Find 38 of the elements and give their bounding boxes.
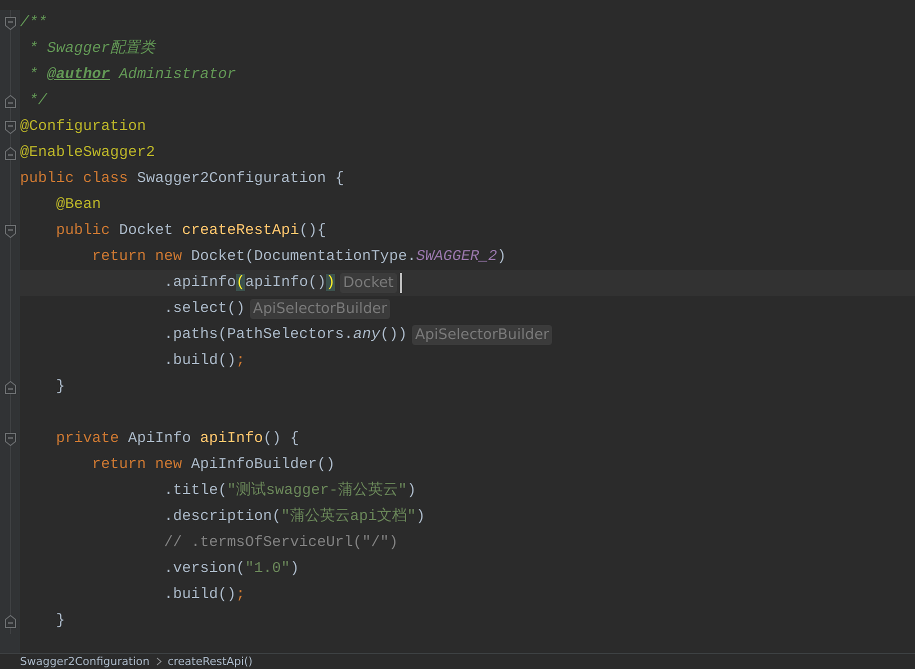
code-line: @Configuration xyxy=(20,117,146,137)
code-line: @Bean xyxy=(55,195,102,215)
inlay-hint: ApiSelectorBuilder xyxy=(250,299,390,319)
inlay-hint: Docket xyxy=(340,273,397,293)
code-comment: // .termsOfServiceUrl("/") xyxy=(163,533,398,553)
inlay-hint: ApiSelectorBuilder xyxy=(412,325,552,345)
code-line: .build(); xyxy=(163,351,246,371)
code-line: public class Swagger2Configuration { xyxy=(20,169,344,189)
code-comment: */ xyxy=(28,91,48,111)
code-line: } xyxy=(55,377,66,397)
code-comment: * @author Administrator xyxy=(28,65,236,85)
fold-icon[interactable] xyxy=(4,380,16,394)
chevron-icon xyxy=(156,657,162,666)
code-comment: * Swagger配置类 xyxy=(28,39,156,59)
code-line: .build(); xyxy=(163,585,246,605)
code-line: .title("测试swagger-蒲公英云") xyxy=(163,481,416,501)
fold-icon[interactable] xyxy=(4,614,16,628)
fold-icon[interactable] xyxy=(4,120,16,134)
breadcrumb-item[interactable]: Swagger2Configuration xyxy=(20,654,150,668)
fold-icon[interactable] xyxy=(4,16,16,30)
code-line: .apiInfo(apiInfo()) xyxy=(163,273,336,293)
code-line: @EnableSwagger2 xyxy=(20,143,156,163)
code-line: } xyxy=(55,611,66,631)
code-line: .description("蒲公英云api文档") xyxy=(163,507,426,527)
code-line: return new Docket(DocumentationType.SWAGGER_2) xyxy=(91,247,506,267)
code-comment: /** xyxy=(20,13,48,33)
code-line: public Docket createRestApi(){ xyxy=(55,221,326,241)
code-line: .select() xyxy=(163,299,246,319)
fold-icon[interactable] xyxy=(4,94,16,108)
fold-icon[interactable] xyxy=(4,146,16,160)
code-line: private ApiInfo apiInfo() { xyxy=(55,429,300,449)
fold-icon[interactable] xyxy=(4,224,16,238)
code-line: .version("1.0") xyxy=(163,559,300,579)
breadcrumb-item[interactable]: createRestApi() xyxy=(168,654,253,668)
code-line: return new ApiInfoBuilder() xyxy=(91,455,336,475)
fold-icon[interactable] xyxy=(4,432,16,446)
code-line: .paths(PathSelectors.any()) xyxy=(163,325,408,345)
text-cursor xyxy=(400,273,402,293)
